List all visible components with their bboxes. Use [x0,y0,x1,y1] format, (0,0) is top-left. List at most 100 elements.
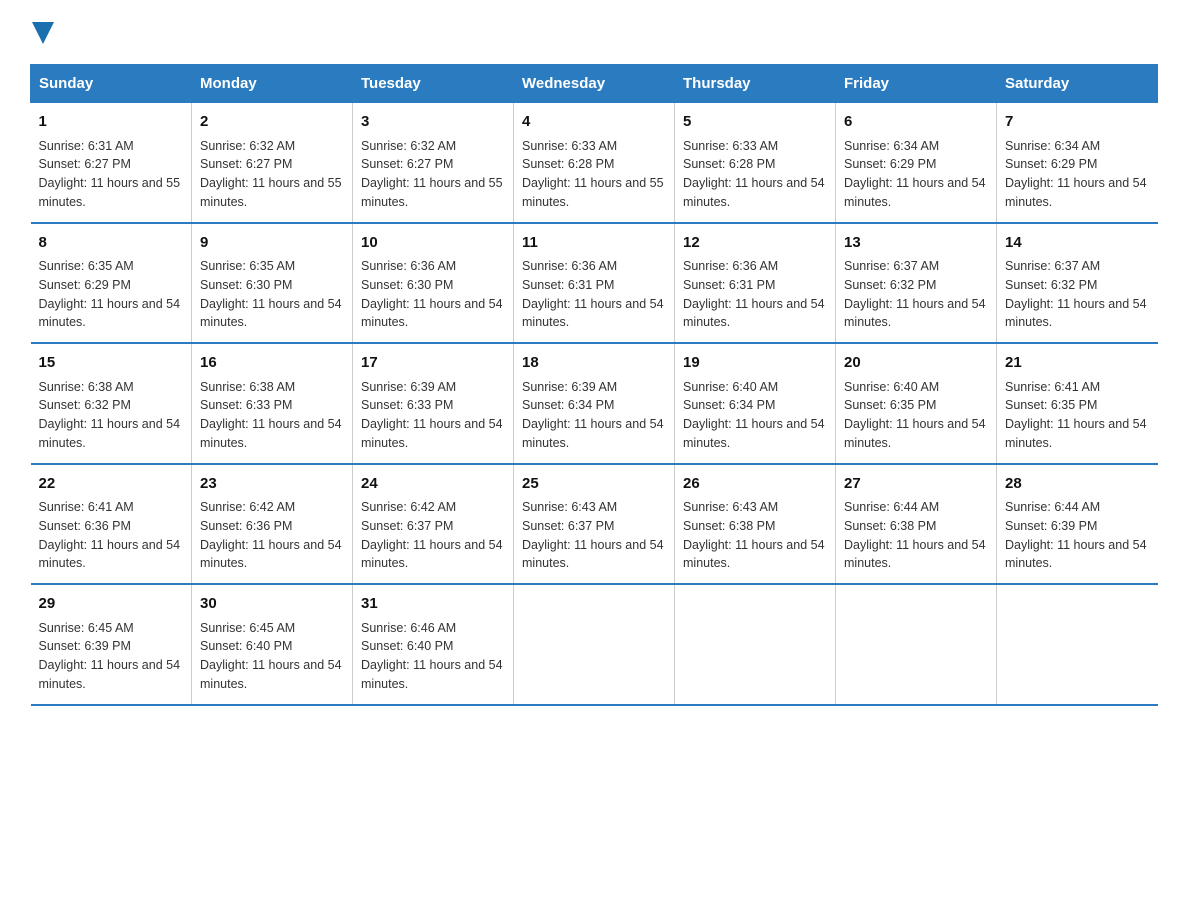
day-number: 3 [361,111,505,134]
day-cell: 22Sunrise: 6:41 AMSunset: 6:36 PMDayligh… [31,464,192,585]
week-row-3: 15 Sunrise: 6:38 AMSunset: 6:32 PMDayligh… [31,343,1158,464]
day-cell: 5 Sunrise: 6:33 AMSunset: 6:28 PMDaylight… [675,103,836,223]
header-sunday: Sunday [31,65,192,103]
calendar-header-row: SundayMondayTuesdayWednesdayThursdayFrid… [31,65,1158,103]
day-number: 26 [683,473,827,496]
day-number: 1 [39,111,184,134]
day-info: Sunrise: 6:38 AMSunset: 6:33 PMDaylight:… [200,378,344,453]
day-cell: 12Sunrise: 6:36 AMSunset: 6:31 PMDayligh… [675,223,836,344]
day-cell: 1 Sunrise: 6:31 AMSunset: 6:27 PMDaylight… [31,103,192,223]
day-info: Sunrise: 6:40 AMSunset: 6:35 PMDaylight:… [844,378,988,453]
day-cell [997,584,1158,705]
day-info: Sunrise: 6:33 AMSunset: 6:28 PMDaylight:… [522,137,666,212]
day-info: Sunrise: 6:42 AMSunset: 6:37 PMDaylight:… [361,498,505,573]
day-cell: 27Sunrise: 6:44 AMSunset: 6:38 PMDayligh… [836,464,997,585]
day-info: Sunrise: 6:45 AMSunset: 6:39 PMDaylight:… [39,619,184,694]
day-number: 5 [683,111,827,134]
week-row-1: 1 Sunrise: 6:31 AMSunset: 6:27 PMDaylight… [31,103,1158,223]
day-cell: 11Sunrise: 6:36 AMSunset: 6:31 PMDayligh… [514,223,675,344]
day-info: Sunrise: 6:32 AMSunset: 6:27 PMDaylight:… [361,137,505,212]
day-number: 16 [200,352,344,375]
day-info: Sunrise: 6:36 AMSunset: 6:31 PMDaylight:… [683,257,827,332]
day-info: Sunrise: 6:46 AMSunset: 6:40 PMDaylight:… [361,619,505,694]
day-cell: 15 Sunrise: 6:38 AMSunset: 6:32 PMDayligh… [31,343,192,464]
day-number: 19 [683,352,827,375]
day-cell: 4Sunrise: 6:33 AMSunset: 6:28 PMDaylight… [514,103,675,223]
day-cell: 9Sunrise: 6:35 AMSunset: 6:30 PMDaylight… [192,223,353,344]
day-cell [675,584,836,705]
day-number: 6 [844,111,988,134]
day-number: 13 [844,232,988,255]
day-number: 12 [683,232,827,255]
week-row-4: 22Sunrise: 6:41 AMSunset: 6:36 PMDayligh… [31,464,1158,585]
day-number: 9 [200,232,344,255]
day-cell: 30 Sunrise: 6:45 AMSunset: 6:40 PMDayligh… [192,584,353,705]
day-cell: 23Sunrise: 6:42 AMSunset: 6:36 PMDayligh… [192,464,353,585]
day-info: Sunrise: 6:39 AMSunset: 6:34 PMDaylight:… [522,378,666,453]
header-thursday: Thursday [675,65,836,103]
day-number: 10 [361,232,505,255]
day-number: 21 [1005,352,1150,375]
day-info: Sunrise: 6:37 AMSunset: 6:32 PMDaylight:… [844,257,988,332]
day-cell: 13Sunrise: 6:37 AMSunset: 6:32 PMDayligh… [836,223,997,344]
day-cell: 3 Sunrise: 6:32 AMSunset: 6:27 PMDaylight… [353,103,514,223]
day-cell: 24Sunrise: 6:42 AMSunset: 6:37 PMDayligh… [353,464,514,585]
day-info: Sunrise: 6:38 AMSunset: 6:32 PMDaylight:… [39,378,184,453]
day-number: 15 [39,352,184,375]
week-row-5: 29 Sunrise: 6:45 AMSunset: 6:39 PMDayligh… [31,584,1158,705]
week-row-2: 8Sunrise: 6:35 AMSunset: 6:29 PMDaylight… [31,223,1158,344]
day-cell [836,584,997,705]
header-saturday: Saturday [997,65,1158,103]
day-cell: 6 Sunrise: 6:34 AMSunset: 6:29 PMDaylight… [836,103,997,223]
day-number: 8 [39,232,184,255]
day-cell: 28Sunrise: 6:44 AMSunset: 6:39 PMDayligh… [997,464,1158,585]
day-info: Sunrise: 6:39 AMSunset: 6:33 PMDaylight:… [361,378,505,453]
day-number: 17 [361,352,505,375]
day-info: Sunrise: 6:34 AMSunset: 6:29 PMDaylight:… [844,137,988,212]
day-number: 29 [39,593,184,616]
day-cell: 25Sunrise: 6:43 AMSunset: 6:37 PMDayligh… [514,464,675,585]
day-number: 28 [1005,473,1150,496]
day-info: Sunrise: 6:45 AMSunset: 6:40 PMDaylight:… [200,619,344,694]
day-cell: 8Sunrise: 6:35 AMSunset: 6:29 PMDaylight… [31,223,192,344]
day-info: Sunrise: 6:41 AMSunset: 6:36 PMDaylight:… [39,498,184,573]
day-cell: 16 Sunrise: 6:38 AMSunset: 6:33 PMDayligh… [192,343,353,464]
day-info: Sunrise: 6:35 AMSunset: 6:30 PMDaylight:… [200,257,344,332]
day-info: Sunrise: 6:44 AMSunset: 6:39 PMDaylight:… [1005,498,1150,573]
day-cell: 29 Sunrise: 6:45 AMSunset: 6:39 PMDayligh… [31,584,192,705]
day-info: Sunrise: 6:33 AMSunset: 6:28 PMDaylight:… [683,137,827,212]
day-cell: 7 Sunrise: 6:34 AMSunset: 6:29 PMDaylight… [997,103,1158,223]
day-info: Sunrise: 6:31 AMSunset: 6:27 PMDaylight:… [39,137,184,212]
day-cell: 31 Sunrise: 6:46 AMSunset: 6:40 PMDayligh… [353,584,514,705]
day-info: Sunrise: 6:36 AMSunset: 6:30 PMDaylight:… [361,257,505,332]
day-cell: 14Sunrise: 6:37 AMSunset: 6:32 PMDayligh… [997,223,1158,344]
calendar-table: SundayMondayTuesdayWednesdayThursdayFrid… [30,64,1158,706]
day-cell: 26Sunrise: 6:43 AMSunset: 6:38 PMDayligh… [675,464,836,585]
day-cell: 19 Sunrise: 6:40 AMSunset: 6:34 PMDayligh… [675,343,836,464]
day-info: Sunrise: 6:43 AMSunset: 6:38 PMDaylight:… [683,498,827,573]
day-cell: 21 Sunrise: 6:41 AMSunset: 6:35 PMDayligh… [997,343,1158,464]
day-info: Sunrise: 6:34 AMSunset: 6:29 PMDaylight:… [1005,137,1150,212]
day-number: 2 [200,111,344,134]
day-number: 31 [361,593,505,616]
header-wednesday: Wednesday [514,65,675,103]
day-number: 20 [844,352,988,375]
day-info: Sunrise: 6:37 AMSunset: 6:32 PMDaylight:… [1005,257,1150,332]
day-number: 30 [200,593,344,616]
day-info: Sunrise: 6:44 AMSunset: 6:38 PMDaylight:… [844,498,988,573]
day-cell: 2Sunrise: 6:32 AMSunset: 6:27 PMDaylight… [192,103,353,223]
day-number: 24 [361,473,505,496]
header-tuesday: Tuesday [353,65,514,103]
day-cell [514,584,675,705]
logo [30,20,54,44]
day-cell: 20 Sunrise: 6:40 AMSunset: 6:35 PMDayligh… [836,343,997,464]
day-number: 23 [200,473,344,496]
day-info: Sunrise: 6:41 AMSunset: 6:35 PMDaylight:… [1005,378,1150,453]
day-info: Sunrise: 6:40 AMSunset: 6:34 PMDaylight:… [683,378,827,453]
day-number: 27 [844,473,988,496]
day-number: 22 [39,473,184,496]
page-header [30,20,1158,44]
day-info: Sunrise: 6:36 AMSunset: 6:31 PMDaylight:… [522,257,666,332]
day-number: 14 [1005,232,1150,255]
day-number: 7 [1005,111,1150,134]
